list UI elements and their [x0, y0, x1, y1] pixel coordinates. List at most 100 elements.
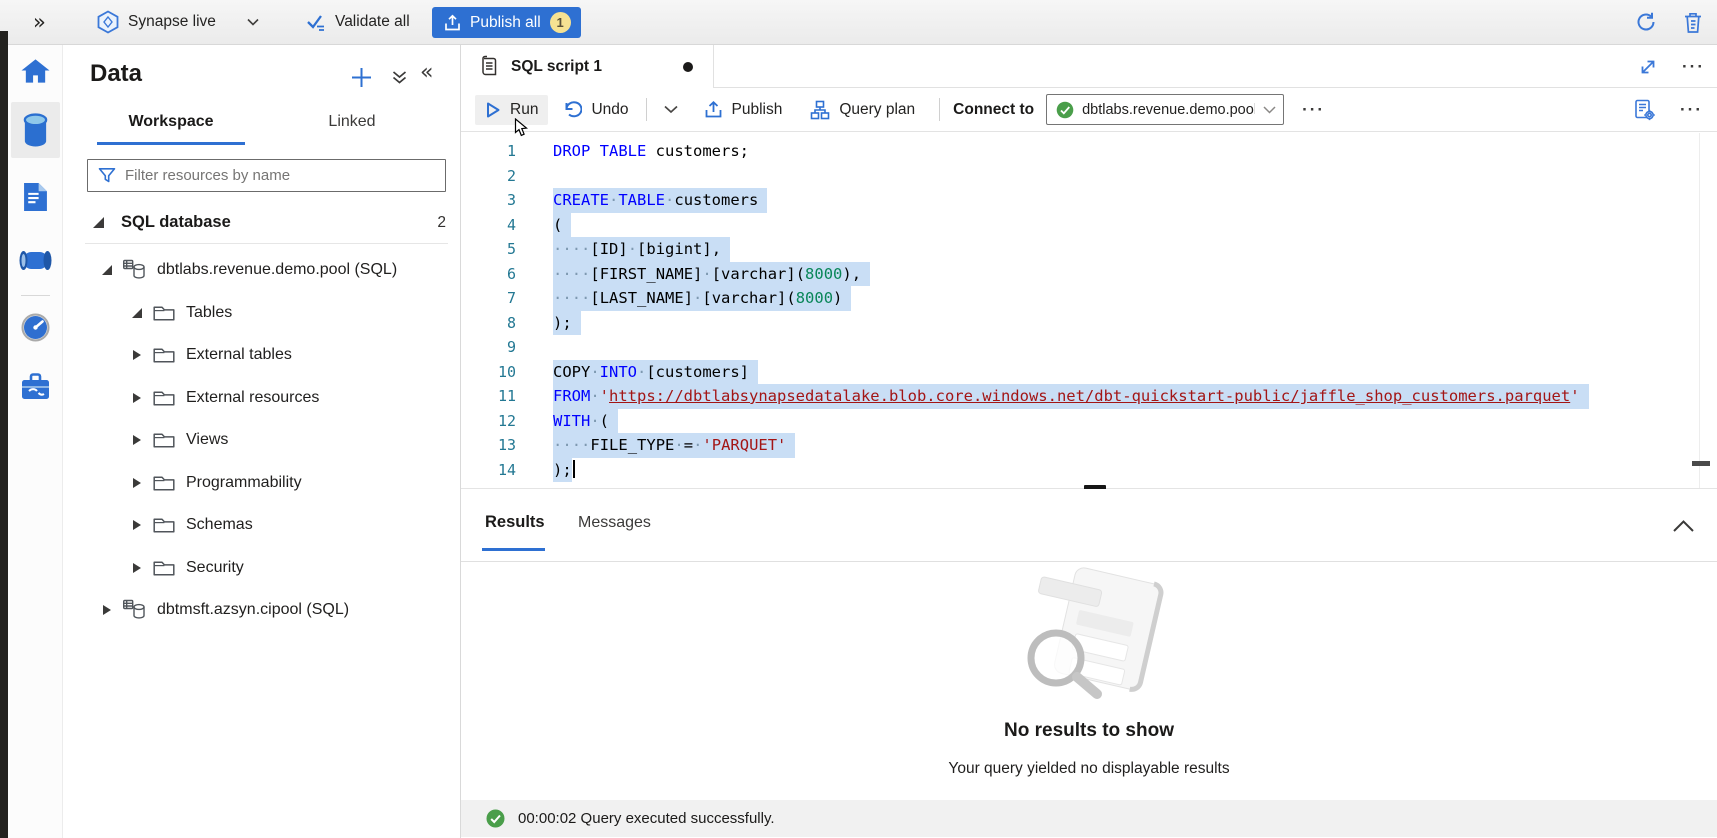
success-check-icon: [486, 809, 505, 828]
tree-item-external-resources[interactable]: External resources: [63, 377, 460, 420]
run-button[interactable]: Run: [475, 95, 548, 125]
filter-resources-input[interactable]: [125, 167, 415, 184]
data-explorer-panel: Data « Workspace Linked: [63, 45, 460, 838]
code-line-2[interactable]: 2: [461, 164, 1717, 189]
expand-editor-icon[interactable]: [1638, 57, 1658, 77]
line-number: 8: [461, 311, 516, 336]
tab-sql-script-1[interactable]: SQL script 1: [461, 45, 714, 88]
active-tab-underline: [482, 548, 545, 551]
run-options-dropdown[interactable]: [654, 99, 688, 120]
code-line-7[interactable]: 7····[LAST_NAME]·[varchar](8000): [461, 286, 1717, 311]
code-line-4[interactable]: 4(: [461, 213, 1717, 238]
collapse-panel-button[interactable]: «: [420, 62, 433, 84]
sidebar-item-manage[interactable]: [8, 368, 63, 404]
sidebar-item-develop[interactable]: [8, 179, 63, 215]
folder-icon: [152, 473, 176, 493]
validate-all-button[interactable]: Validate all: [306, 0, 410, 44]
code-line-3[interactable]: 3CREATE·TABLE·customers: [461, 188, 1717, 213]
mode-label: Synapse live: [128, 13, 216, 31]
chevron-collapsed-icon[interactable]: [103, 605, 111, 615]
connect-to-pool-select[interactable]: dbtlabs.revenue.demo.pool: [1046, 94, 1284, 125]
chevron-collapsed-icon[interactable]: [133, 393, 141, 403]
editor-overview-ruler[interactable]: [1699, 133, 1700, 489]
code-line-12[interactable]: 12WITH·(: [461, 409, 1717, 434]
expand-all-button[interactable]: [391, 69, 408, 86]
refresh-icon[interactable]: [1635, 11, 1657, 33]
tab-workspace-label: Workspace: [128, 113, 213, 131]
tab-more-actions-button[interactable]: ···: [1682, 58, 1705, 75]
publish-upload-icon: [704, 100, 723, 119]
tree-item-dbtmsft-azsyn-cipool-sql[interactable]: dbtmsft.azsyn.cipool (SQL): [63, 589, 460, 632]
tree-item-schemas[interactable]: Schemas: [63, 504, 460, 547]
tab-results[interactable]: Results: [485, 513, 545, 532]
editor-toolbar: Run Undo Publish: [461, 88, 1717, 132]
code-line-13[interactable]: 13····FILE_TYPE·=·'PARQUET': [461, 433, 1717, 458]
discard-trash-icon[interactable]: [1683, 11, 1703, 34]
tree-item-security[interactable]: Security: [63, 547, 460, 590]
publish-label: Publish: [732, 101, 783, 119]
window-edge: [0, 31, 8, 838]
tree-item-label: Security: [186, 559, 244, 577]
collapse-results-button[interactable]: [1672, 519, 1695, 538]
tab-linked[interactable]: Linked: [293, 102, 411, 142]
sidebar-item-home[interactable]: [8, 55, 63, 87]
publish-all-button[interactable]: Publish all 1: [432, 7, 581, 38]
tree-item-label: External tables: [186, 346, 292, 364]
chevron-collapsed-icon[interactable]: [133, 350, 141, 360]
selection-highlight: ····[ID]·[bigint],: [553, 237, 730, 262]
synapse-live-dropdown[interactable]: Synapse live: [97, 0, 259, 44]
undo-button[interactable]: Undo: [552, 94, 638, 125]
code-line-9[interactable]: 9: [461, 335, 1717, 360]
sidebar-item-data[interactable]: [8, 107, 63, 153]
chevron-expanded-icon[interactable]: [93, 217, 104, 228]
chevron-collapsed-icon[interactable]: [133, 520, 141, 530]
chevron-expanded-icon[interactable]: [132, 308, 142, 318]
chevron-collapsed-icon[interactable]: [133, 435, 141, 445]
code-line-5[interactable]: 5 ····[ID]·[bigint],: [461, 237, 1717, 262]
tree-separator: [85, 243, 448, 244]
top-command-bar: » Synapse live Validate all Publish all …: [0, 0, 1717, 45]
add-resource-button[interactable]: [349, 65, 374, 90]
chevron-expanded-icon[interactable]: [102, 265, 112, 275]
code-line-10[interactable]: 10COPY·INTO·[customers]: [461, 360, 1717, 385]
editor-more-actions-button[interactable]: ···: [1680, 101, 1703, 118]
tree-item-label: Tables: [186, 304, 232, 322]
tree-item-views[interactable]: Views: [63, 419, 460, 462]
database-icon: [122, 258, 147, 282]
expand-left-rail-button[interactable]: »: [33, 0, 46, 44]
tree-item-tables[interactable]: Tables: [63, 292, 460, 335]
empty-results-subtitle: Your query yielded no displayable result…: [461, 760, 1717, 778]
chevron-collapsed-icon[interactable]: [133, 478, 141, 488]
query-plan-button[interactable]: Query plan: [800, 94, 925, 126]
line-number: 1: [461, 139, 516, 164]
tree-root-sql-database[interactable]: SQL database 2: [63, 204, 460, 241]
undo-icon: [562, 100, 582, 119]
publish-button[interactable]: Publish: [694, 94, 793, 125]
chevron-down-icon: [247, 18, 259, 26]
run-label: Run: [510, 101, 538, 119]
view-settings-icon[interactable]: [1633, 98, 1656, 121]
folder-icon: [152, 345, 176, 365]
tree-item-dbtlabs-revenue-demo-pool-sql[interactable]: dbtlabs.revenue.demo.pool (SQL): [63, 249, 460, 292]
code-line-11[interactable]: 11FROM·'https://dbtlabsynapsedatalake.bl…: [461, 384, 1717, 409]
toolbar-more-actions-button[interactable]: ···: [1302, 101, 1325, 118]
sidebar-item-monitor[interactable]: [8, 309, 63, 345]
success-check-icon: [1056, 101, 1074, 119]
chevron-collapsed-icon[interactable]: [133, 563, 141, 573]
tab-workspace[interactable]: Workspace: [97, 102, 245, 142]
code-line-1[interactable]: 1DROP TABLE customers;: [461, 139, 1717, 164]
code-line-14[interactable]: 14);: [461, 458, 1717, 483]
tree-item-external-tables[interactable]: External tables: [63, 334, 460, 377]
active-tab-underline: [97, 142, 245, 145]
tree-item-programmability[interactable]: Programmability: [63, 462, 460, 505]
line-number: 5: [461, 237, 516, 262]
code-line-6[interactable]: 6····[FIRST_NAME]·[varchar](8000),: [461, 262, 1717, 287]
query-plan-label: Query plan: [839, 101, 915, 119]
tab-messages[interactable]: Messages: [578, 514, 651, 532]
synapse-studio-window: » Synapse live Validate all Publish all …: [0, 0, 1717, 838]
code-editor[interactable]: 1DROP TABLE customers;23CREATE·TABLE·cus…: [461, 133, 1717, 489]
line-number: 2: [461, 164, 516, 189]
sidebar-item-integrate[interactable]: [8, 243, 63, 277]
code-line-8[interactable]: 8);: [461, 311, 1717, 336]
validate-all-label: Validate all: [335, 13, 410, 31]
